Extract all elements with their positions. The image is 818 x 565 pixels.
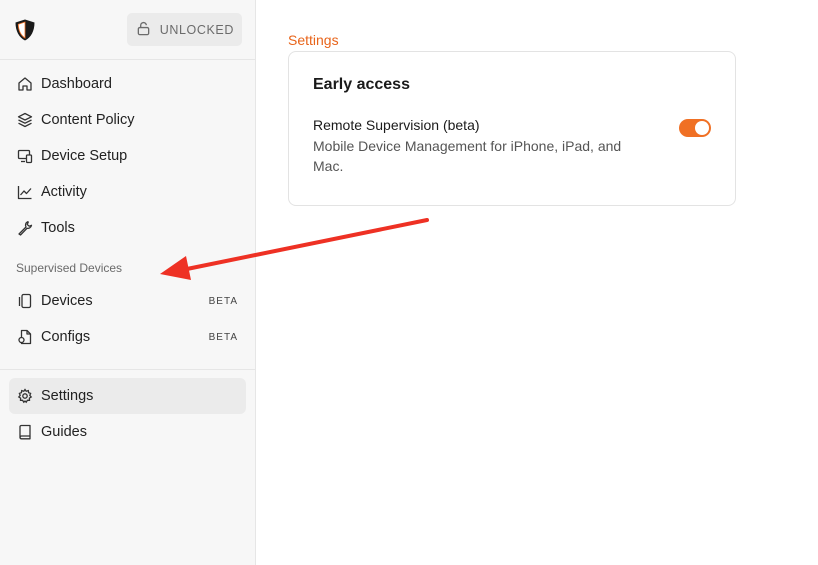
setting-description: Mobile Device Management for iPhone, iPa…	[313, 138, 622, 174]
card-title: Early access	[313, 76, 410, 93]
remote-supervision-toggle[interactable]	[679, 119, 711, 137]
sidebar-item-activity[interactable]: Activity	[9, 174, 246, 210]
main-content: Settings Early access Remote Supervision…	[288, 32, 736, 206]
wrench-icon	[17, 220, 33, 236]
sidebar-item-tools[interactable]: Tools	[9, 210, 246, 246]
lock-status-button[interactable]: UNLOCKED	[126, 13, 242, 46]
sidebar-item-label: Settings	[41, 388, 94, 404]
sidebar-item-label: Device Setup	[41, 148, 128, 164]
gear-icon	[17, 388, 33, 404]
beta-badge: BETA	[208, 295, 238, 307]
sidebar-item-label: Dashboard	[41, 76, 112, 92]
home-icon	[17, 76, 33, 92]
sidebar-item-devices[interactable]: Devices BETA	[9, 283, 246, 319]
bottom-nav: Settings Guides	[0, 378, 255, 450]
beta-badge: BETA	[208, 331, 238, 343]
sidebar-header: UNLOCKED	[0, 0, 255, 60]
device-setup-icon	[17, 148, 33, 164]
sidebar-item-content-policy[interactable]: Content Policy	[9, 102, 246, 138]
sidebar-item-label: Activity	[41, 184, 87, 200]
breadcrumb[interactable]: Settings	[288, 32, 736, 48]
activity-chart-icon	[17, 184, 33, 200]
layers-icon	[17, 112, 33, 128]
sidebar-item-label: Guides	[41, 424, 87, 440]
sidebar-item-label: Tools	[41, 220, 75, 236]
setting-row-remote-supervision: Remote Supervision (beta) Mobile Device …	[313, 116, 711, 176]
sidebar-item-label: Configs	[41, 329, 91, 345]
unlock-icon	[136, 21, 151, 39]
primary-nav: Dashboard Content Policy Device Setup Ac…	[0, 60, 255, 246]
sidebar-item-dashboard[interactable]: Dashboard	[9, 66, 246, 102]
lock-status-label: UNLOCKED	[159, 22, 234, 37]
shield-logo-icon[interactable]	[12, 17, 38, 43]
sidebar-item-configs[interactable]: Configs BETA	[9, 319, 246, 355]
sidebar-item-guides[interactable]: Guides	[9, 414, 246, 450]
sidebar-divider	[0, 369, 255, 370]
book-icon	[17, 424, 33, 440]
config-file-icon	[17, 329, 33, 345]
supervised-nav: Devices BETA Configs BETA	[0, 283, 255, 355]
sidebar-item-settings[interactable]: Settings	[9, 378, 246, 414]
toggle-knob	[695, 121, 709, 135]
sidebar-item-label: Devices	[41, 293, 93, 309]
sidebar-item-device-setup[interactable]: Device Setup	[9, 138, 246, 174]
setting-name: Remote Supervision (beta)	[313, 117, 480, 133]
devices-icon	[17, 293, 33, 309]
sidebar: UNLOCKED Dashboard Content Policy Device…	[0, 0, 256, 565]
early-access-card: Early access Remote Supervision (beta) M…	[288, 51, 736, 206]
sidebar-item-label: Content Policy	[41, 112, 135, 128]
section-label-supervised-devices: Supervised Devices	[16, 261, 123, 275]
